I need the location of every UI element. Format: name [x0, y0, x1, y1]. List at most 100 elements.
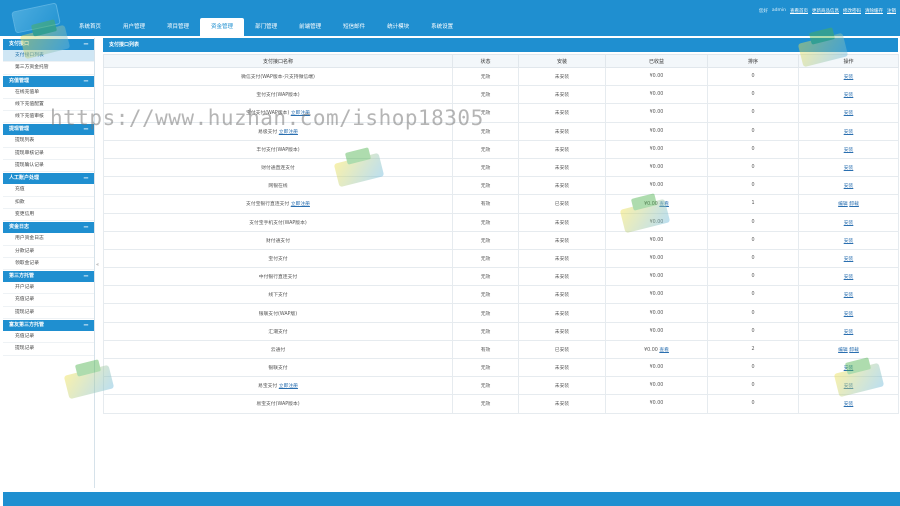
op-link[interactable]: 编辑 — [838, 348, 848, 353]
interface-name: 微信支付(WAP版本-只支持微信端) — [241, 75, 315, 81]
view-link[interactable]: 查看 — [659, 348, 669, 353]
op-link[interactable]: 卸载 — [849, 348, 859, 353]
sidebar-item[interactable]: 用户资金日志 — [3, 233, 94, 246]
collapse-icon[interactable]: − — [83, 39, 89, 50]
sort-cell: 0 — [707, 66, 799, 87]
sidebar-group-title[interactable]: 提现管理 − — [3, 124, 94, 136]
op-link[interactable]: 安装 — [844, 130, 854, 135]
sort-cell: 0 — [707, 85, 799, 105]
header-link[interactable]: 注销 — [887, 8, 896, 14]
op-link[interactable]: 安装 — [844, 148, 854, 153]
op-link[interactable]: 编辑 — [838, 202, 848, 207]
op-link[interactable]: 安装 — [844, 293, 854, 298]
sidebar-item[interactable]: 提现确认记录 — [3, 160, 94, 173]
sort-cell: 0 — [707, 121, 799, 141]
nav-item[interactable]: 系统首页 — [68, 18, 112, 36]
op-link[interactable]: 安装 — [844, 366, 854, 371]
sidebar-group-title[interactable]: 富友第三方托管 − — [3, 320, 94, 332]
status-cell: 无效 — [452, 212, 519, 232]
sidebar-item[interactable]: 线下充值审核 — [3, 111, 94, 124]
sidebar-item[interactable]: 提现记录 — [3, 343, 94, 356]
sidebar-item[interactable]: 变更信用 — [3, 209, 94, 222]
op-link[interactable]: 安装 — [844, 312, 854, 317]
sidebar-group-label: 支付接口 — [9, 41, 30, 47]
sort-cell: 0 — [707, 176, 799, 196]
op-link[interactable]: 安装 — [844, 75, 854, 80]
balance-cell: ¥0.00 — [605, 230, 708, 250]
op-link[interactable]: 安装 — [844, 402, 854, 407]
balance-value: ¥0.00 — [649, 146, 664, 152]
status-cell: 无效 — [452, 85, 519, 105]
op-link[interactable]: 安装 — [844, 221, 854, 226]
sidebar-item[interactable]: 扣款 — [3, 197, 94, 209]
sidebar-item[interactable]: 提现审核记录 — [3, 148, 94, 161]
install-cell: 未安装 — [518, 267, 606, 287]
interface-name-cell: 线下支付 — [103, 285, 453, 305]
collapse-icon[interactable]: − — [83, 320, 89, 331]
nav-item[interactable]: 资金管理 — [200, 18, 245, 36]
collapse-icon[interactable]: − — [83, 76, 89, 87]
op-link[interactable]: 安装 — [844, 184, 854, 189]
sidebar-item[interactable]: 在线充值单 — [3, 87, 94, 99]
table-row: 财付通直连支付 无效 未安装 ¥0.00 0 安装 — [103, 157, 899, 178]
nav-item[interactable]: 统计模块 — [376, 18, 420, 36]
sidebar-group-title[interactable]: 人工账户处理 − — [3, 173, 94, 185]
status-cell: 无效 — [452, 157, 519, 178]
collapse-icon[interactable]: − — [83, 173, 89, 184]
sidebar-collapse-icon[interactable]: « — [96, 262, 99, 268]
interface-name-cell: 银联支付(WAP版) — [103, 303, 453, 323]
nav-item[interactable]: 项目管理 — [156, 18, 200, 36]
header-link[interactable]: 查看首页 — [790, 8, 808, 14]
sidebar-item[interactable]: 分款记录 — [3, 246, 94, 258]
sidebar-item[interactable]: 第三方资金托管 — [3, 62, 94, 75]
interface-name-cell: 易宝支付(WAP版本) — [103, 394, 453, 414]
op-link[interactable]: 安装 — [844, 384, 854, 389]
op-link[interactable]: 安装 — [844, 275, 854, 280]
sidebar-group-title[interactable]: 支付接口 − — [3, 39, 94, 50]
nav-item[interactable]: 用户管理 — [112, 18, 156, 36]
sidebar-item[interactable]: 充值 — [3, 184, 94, 197]
balance-value: ¥0.00 — [649, 110, 664, 116]
op-link[interactable]: 安装 — [844, 257, 854, 262]
nav-item[interactable]: 系统设置 — [420, 18, 464, 36]
sidebar-group-title[interactable]: 资金日志 − — [3, 222, 94, 234]
sidebar-item[interactable]: 支付接口列表 — [3, 50, 94, 63]
view-link[interactable]: 查看 — [659, 202, 669, 207]
sidebar-group-title[interactable]: 充值管理 − — [3, 75, 94, 87]
sidebar-item[interactable]: 提现列表 — [3, 135, 94, 148]
interface-name: 丰付支付(WAP版本) — [256, 147, 300, 153]
install-cell: 未安装 — [518, 394, 606, 414]
sidebar-item[interactable]: 充值记录 — [3, 331, 94, 344]
op-link[interactable]: 卸载 — [849, 202, 859, 207]
sidebar-item[interactable]: 开户记录 — [3, 282, 94, 295]
interface-name: 网银在线 — [268, 184, 288, 190]
status-cell: 无效 — [452, 66, 519, 87]
collapse-icon[interactable]: − — [83, 222, 89, 233]
greeting-label: 您好 — [758, 9, 768, 14]
footer-bar — [3, 492, 900, 506]
op-link[interactable]: 安装 — [844, 239, 854, 244]
nav-item[interactable]: 部门管理 — [244, 18, 288, 36]
op-link[interactable]: 安装 — [844, 330, 854, 335]
sidebar-item[interactable]: 线下充值配置 — [3, 99, 94, 112]
nav-item[interactable]: 短信邮件 — [332, 18, 376, 36]
header-link[interactable]: 更新商品信息 — [812, 8, 839, 14]
collapse-icon[interactable]: − — [83, 271, 89, 282]
table-row: 云通付 有效 已安装 ¥0.00 查看 2 编辑 卸载 — [103, 339, 899, 360]
register-link[interactable]: 立即注册 — [279, 130, 298, 135]
register-link[interactable]: 立即注册 — [291, 111, 310, 116]
register-link[interactable]: 立即注册 — [291, 202, 310, 207]
op-link[interactable]: 安装 — [844, 93, 854, 98]
sidebar-item[interactable]: 提现记录 — [3, 307, 94, 320]
collapse-icon[interactable]: − — [83, 124, 89, 135]
nav-item[interactable]: 前端管理 — [288, 18, 332, 36]
register-link[interactable]: 立即注册 — [279, 384, 298, 389]
sidebar-group-title[interactable]: 第三方托管 − — [3, 271, 94, 283]
header-link[interactable]: 清除缓存 — [865, 8, 883, 14]
sidebar-item[interactable]: 充值记录 — [3, 294, 94, 307]
balance-cell: ¥0.00 — [605, 176, 708, 196]
sidebar-item[interactable]: 领取金记录 — [3, 258, 94, 271]
op-link[interactable]: 安装 — [844, 166, 854, 171]
op-link[interactable]: 安装 — [844, 111, 854, 116]
header-link[interactable]: 修改密码 — [843, 8, 861, 14]
